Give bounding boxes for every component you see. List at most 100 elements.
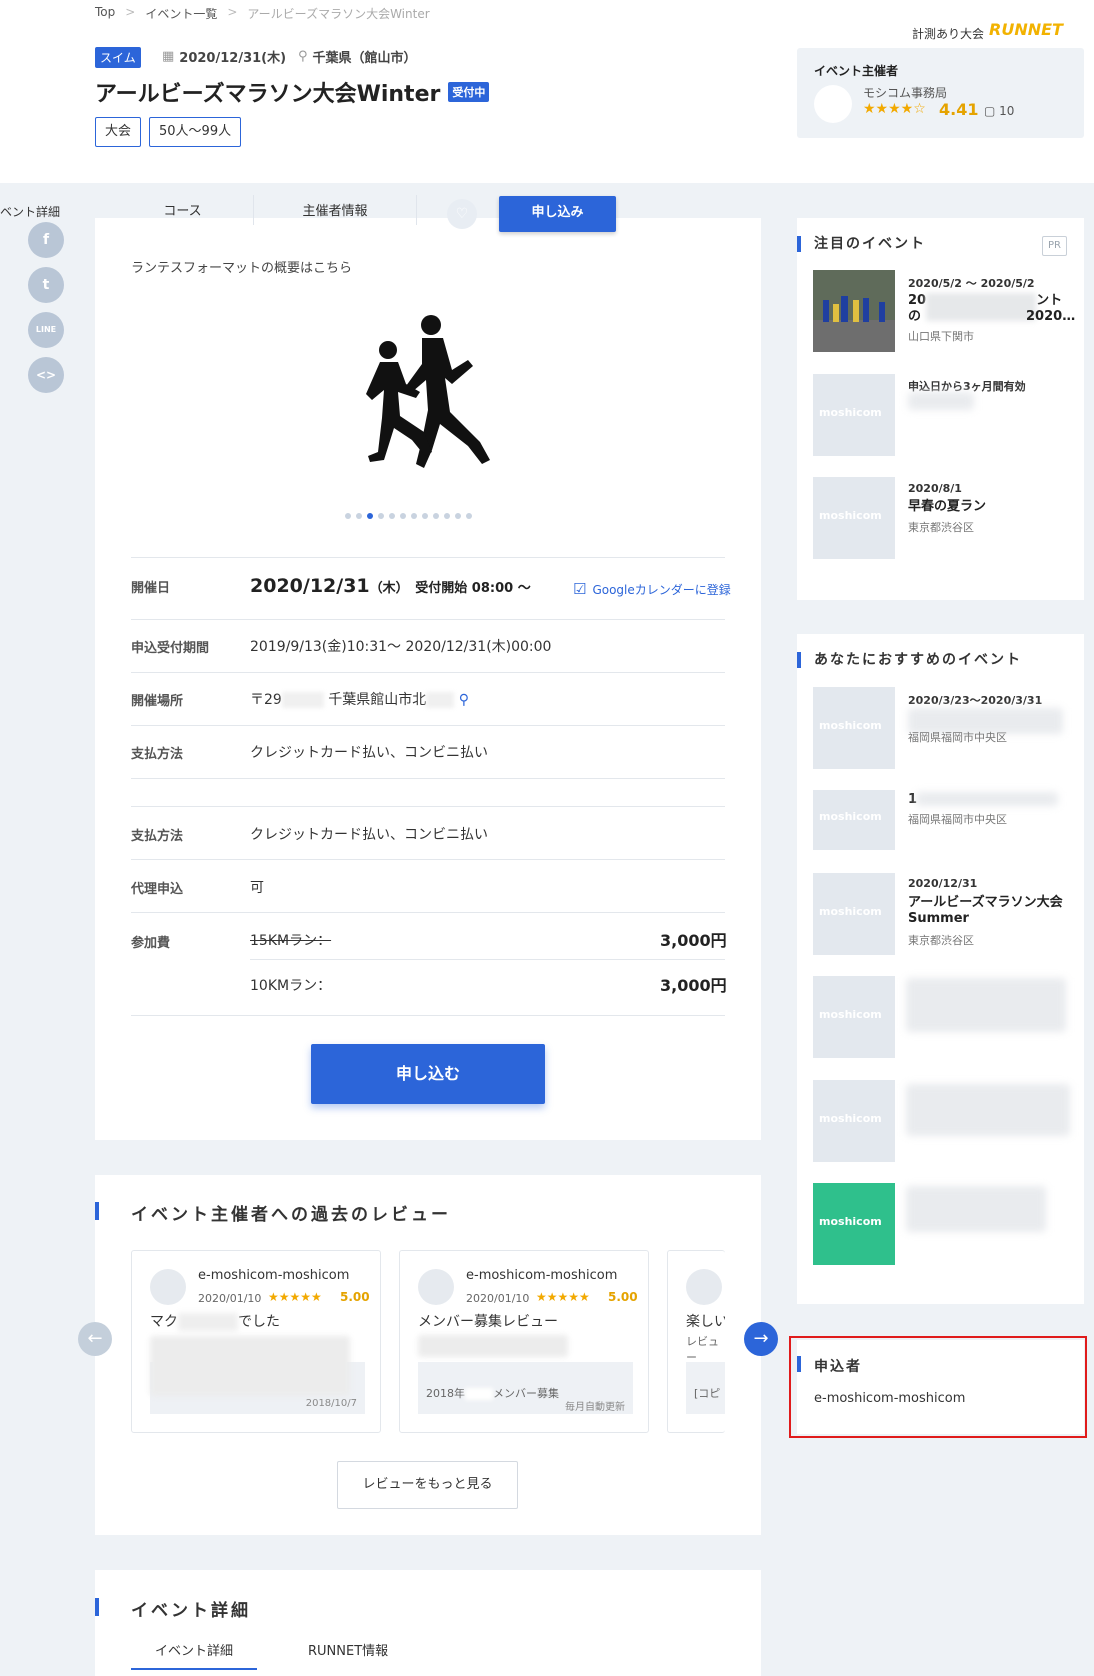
fee-label: 参加費 (131, 936, 171, 951)
overview-link[interactable]: ランテスフォーマットの概要はこちら (131, 257, 352, 276)
carousel-dots (345, 513, 472, 519)
tab-event-detail[interactable]: イベント詳細 (155, 1640, 233, 1659)
map-pin-icon[interactable]: ⚲ (459, 692, 469, 708)
line-icon[interactable]: LINE (28, 312, 64, 348)
event-thumbnail[interactable]: moshicom (813, 873, 895, 955)
organizer-name[interactable]: モシコム事務局 (863, 84, 947, 101)
fee-price: 3,000円 (660, 931, 727, 950)
favorite-heart-icon[interactable]: ♡ (447, 199, 477, 229)
event-date: 2020/12/31 (908, 877, 978, 890)
redacted (150, 1336, 350, 1396)
divider (131, 725, 725, 726)
more-reviews-button[interactable]: レビューをもっと見る (337, 1461, 518, 1509)
marathon-photo (813, 270, 895, 352)
breadcrumb-top[interactable]: Top (95, 5, 115, 22)
event-name[interactable]: 早春の夏ラン (908, 499, 1068, 515)
carousel-dot[interactable] (444, 513, 450, 519)
review-card[interactable]: e-moshicom-moshicom 2020/01/10 ★★★★★ 5.0… (399, 1250, 649, 1433)
event-thumbnail[interactable]: moshicom (813, 976, 895, 1058)
event-name-line2-start[interactable]: の (908, 309, 921, 324)
event-thumbnail[interactable]: moshicom (813, 1080, 895, 1162)
apply-button[interactable]: 申し込む (311, 1044, 545, 1104)
prev-arrow-icon[interactable]: ← (78, 1322, 112, 1356)
carousel-dot-active[interactable] (367, 513, 373, 519)
runners-image (366, 315, 490, 468)
venue-label: 開催場所 (131, 694, 184, 709)
breadcrumb-separator: > (125, 5, 136, 19)
pr-badge: PR (1042, 236, 1067, 256)
redacted (906, 978, 1066, 1032)
tab-runnet-info[interactable]: RUNNET情報 (308, 1640, 388, 1659)
event-location: 東京都渋谷区 (908, 521, 974, 534)
organizer-card[interactable]: イベント主催者 モシコム事務局 ★★★★☆ 4.41 ▢ 10 (797, 48, 1084, 138)
rating-stars: ★★★★☆ (863, 101, 926, 117)
google-calendar-link[interactable]: ☑ Googleカレンダーに登録 (573, 580, 731, 598)
breadcrumb-separator: > (227, 5, 238, 19)
reviewer-avatar (418, 1269, 454, 1305)
divider (131, 912, 725, 913)
embed-icon[interactable]: <> (28, 357, 64, 393)
divider (131, 778, 725, 779)
twitter-icon[interactable]: t (28, 267, 64, 303)
carousel-dot[interactable] (455, 513, 461, 519)
breadcrumb-events[interactable]: イベント一覧 (145, 5, 217, 22)
event-thumbnail[interactable]: moshicom (813, 477, 895, 559)
section-bar (95, 1202, 99, 1220)
carousel-dot[interactable] (433, 513, 439, 519)
featured-title: 注目のイベント (814, 236, 926, 252)
event-thumbnail[interactable] (813, 270, 895, 352)
carousel-dot[interactable] (466, 513, 472, 519)
review-card[interactable]: 楽しい レビュー [コピ (667, 1250, 725, 1433)
redacted (418, 1335, 568, 1357)
moshicom-logo: moshicom (819, 810, 882, 823)
event-name-end[interactable]: ント (1036, 293, 1062, 308)
breadcrumb-current: アールビーズマラソン大会Winter (247, 7, 430, 21)
event-thumbnail[interactable]: moshicom (813, 687, 895, 769)
event-name[interactable]: アールビーズマラソン大会Summer (908, 895, 1068, 927)
fee-price: 3,000円 (660, 976, 727, 995)
reviews-title: イベント主催者への過去のレビュー (131, 1205, 451, 1225)
event-thumbnail[interactable]: moshicom (813, 1183, 895, 1265)
review-footer-year: 2018年 (426, 1387, 465, 1400)
organizer-avatar (814, 85, 852, 123)
next-arrow-icon[interactable]: → (744, 1322, 778, 1356)
venue-value: 〒29 千葉県館山市北 ⚲ (250, 689, 469, 709)
category-badge: スイム (95, 47, 141, 68)
tab-apply[interactable]: 申し込み (499, 196, 616, 232)
carousel-dot[interactable] (378, 513, 384, 519)
event-date: 2020/5/2 〜 2020/5/2 (908, 277, 1035, 290)
carousel-dot[interactable] (411, 513, 417, 519)
carousel-dot[interactable] (356, 513, 362, 519)
facebook-icon[interactable]: f (28, 222, 64, 258)
event-name-line2-end[interactable]: 2020… (1026, 309, 1075, 324)
moshicom-logo: moshicom (819, 1112, 882, 1125)
tag-capacity: 50人〜99人 (149, 117, 242, 147)
event-thumbnail[interactable]: moshicom (813, 374, 895, 456)
moshicom-logo: moshicom (819, 719, 882, 732)
divider (131, 672, 725, 673)
review-footer-text: [コピ (694, 1387, 721, 1400)
carousel-dot[interactable] (422, 513, 428, 519)
comment-icon: ▢ (984, 104, 996, 118)
review-score: 5.00 (340, 1290, 370, 1304)
review-title: マク でした (150, 1311, 280, 1331)
event-name-start[interactable]: 20 (908, 293, 926, 308)
review-card[interactable]: e-moshicom-moshicom 2020/01/10 ★★★★★ 5.0… (131, 1250, 381, 1433)
tab-organizer[interactable]: 主催者情報 (254, 195, 417, 225)
divider (131, 1015, 725, 1016)
reviewer-name: e-moshicom-moshicom (198, 1268, 350, 1283)
tab-course[interactable]: コース (112, 195, 254, 225)
carousel-dot[interactable] (400, 513, 406, 519)
event-thumbnail[interactable]: moshicom (813, 790, 895, 850)
measure-label: 計測あり大会 (912, 27, 985, 41)
carousel-dot[interactable] (389, 513, 395, 519)
payment-label: 支払方法 (131, 829, 184, 844)
redacted (916, 792, 1058, 806)
tab-underline (131, 1668, 257, 1670)
redacted (906, 1186, 1046, 1232)
period-value: 2019/9/13(金)10:31〜 2020/12/31(木)00:00 (250, 639, 552, 655)
side-nav-label: ベント詳細 (0, 205, 61, 219)
carousel-dot[interactable] (345, 513, 351, 519)
reviewer-avatar (150, 1269, 186, 1305)
event-name-line2[interactable]: の 2020… (908, 308, 1075, 325)
